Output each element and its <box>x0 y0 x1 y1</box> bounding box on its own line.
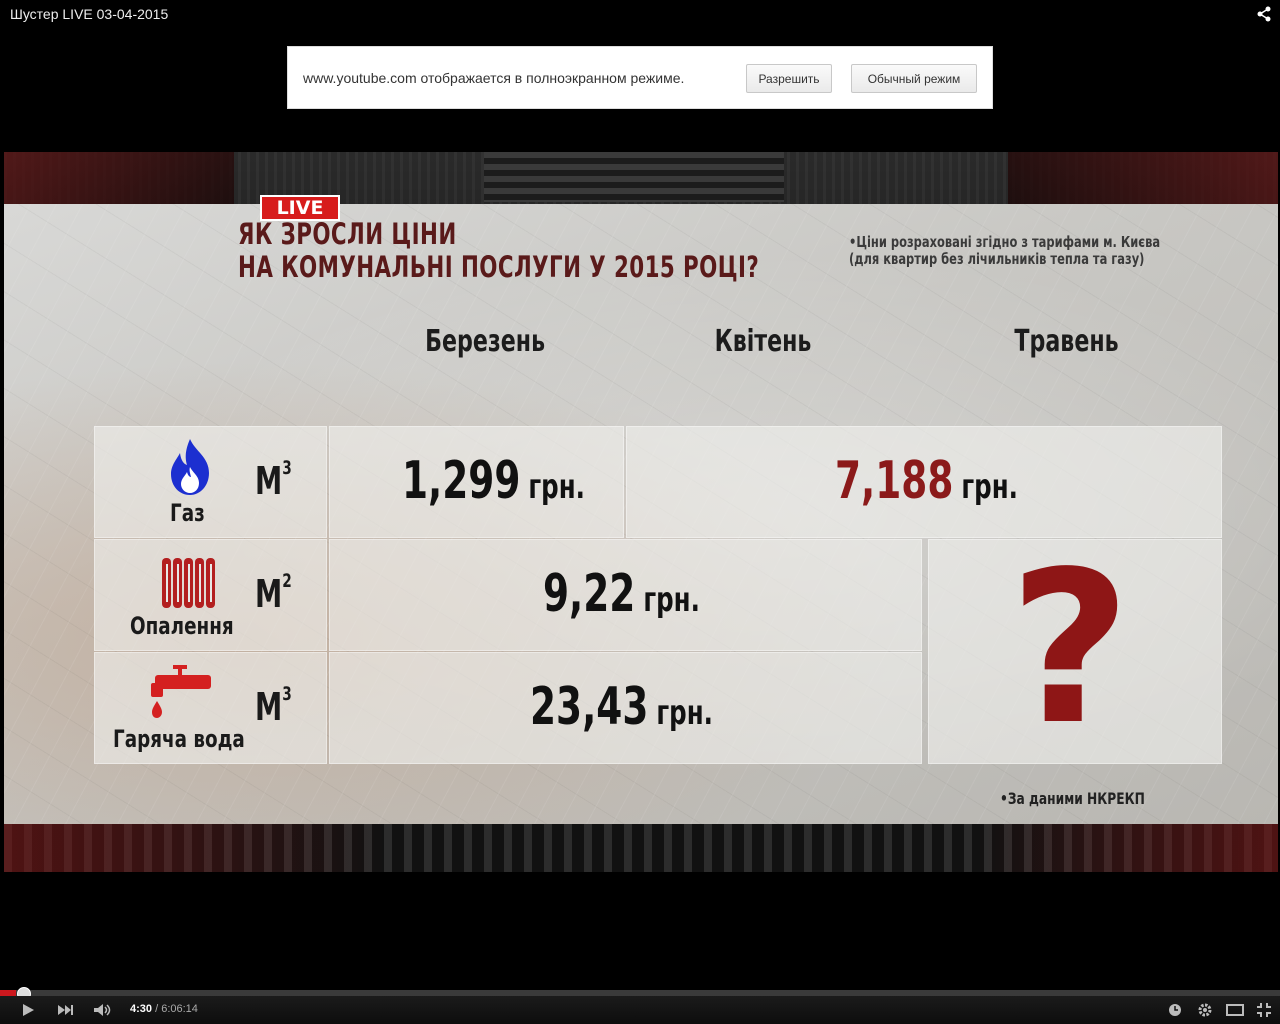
hot-water-value-cell: 23,43 грн. <box>329 652 922 764</box>
heating-currency: грн. <box>643 580 700 620</box>
row-gas-name: Газ <box>170 499 205 527</box>
gas-april-value: 7,188 грн. <box>835 451 1018 511</box>
row-heating-unit: М2 <box>255 570 292 616</box>
normal-mode-button[interactable]: Обычный режим <box>851 64 977 93</box>
video-frame[interactable]: LIVE ЯК ЗРОСЛИ ЦІНИ НА КОМУНАЛЬНІ ПОСЛУГ… <box>4 152 1278 872</box>
studio-background-center <box>484 152 784 202</box>
tap-icon <box>151 665 211 718</box>
radiator-icon <box>162 558 215 608</box>
row-heating-unit-base: М <box>255 572 283 616</box>
month-april: Квітень <box>714 324 812 359</box>
play-icon[interactable] <box>20 1002 36 1018</box>
gas-march-number: 1,299 <box>402 451 521 511</box>
allow-button[interactable]: Разрешить <box>746 64 832 93</box>
studio-background-right <box>1008 152 1278 212</box>
heating-value: 9,22 грн. <box>543 564 700 624</box>
row-heating-name: Опалення <box>130 612 234 640</box>
heating-value-cell: 9,22 грн. <box>329 539 922 651</box>
player-controls: 4:30 / 6:06:14 <box>0 996 1280 1024</box>
next-icon[interactable] <box>56 1002 74 1018</box>
row-hot-water-unit: М3 <box>255 683 292 729</box>
row-gas-unit: М3 <box>255 457 292 503</box>
month-march: Березень <box>425 324 546 359</box>
may-question-mark: ? <box>1009 526 1131 771</box>
gas-april-currency: грн. <box>961 467 1018 507</box>
row-hot-water-name: Гаряча вода <box>113 725 245 753</box>
video-title: Шустер LIVE 03-04-2015 <box>10 6 169 22</box>
settings-gear-icon[interactable] <box>1197 1002 1213 1018</box>
fullscreen-notice: www.youtube.com отображается в полноэкра… <box>287 46 993 109</box>
fullscreen-notice-text: www.youtube.com отображается в полноэкра… <box>303 70 685 86</box>
theater-mode-icon[interactable] <box>1226 1002 1244 1018</box>
watch-later-icon[interactable] <box>1168 1002 1182 1018</box>
time-separator: / <box>152 1003 162 1015</box>
tariff-note-line-2: (для квартир без лічильників тепла та га… <box>849 250 1145 268</box>
row-hot-water-label-cell: Гаряча вода М3 <box>94 652 327 764</box>
row-heating-unit-power: 2 <box>282 570 292 592</box>
row-hot-water-unit-power: 3 <box>282 683 292 705</box>
row-gas-unit-power: 3 <box>282 457 292 479</box>
tariff-note: •Ціни розраховані згідно з тарифами м. К… <box>849 234 1160 268</box>
total-time: 6:06:14 <box>161 1003 198 1015</box>
tariff-note-line-1: •Ціни розраховані згідно з тарифами м. К… <box>849 233 1161 251</box>
share-icon[interactable] <box>1256 6 1272 22</box>
row-heating-label-cell: Опалення М2 <box>94 539 327 651</box>
time-display: 4:30 / 6:06:14 <box>130 1003 198 1015</box>
hot-water-currency: грн. <box>656 693 713 733</box>
infographic-panel: LIVE ЯК ЗРОСЛИ ЦІНИ НА КОМУНАЛЬНІ ПОСЛУГ… <box>4 195 1278 824</box>
headline: ЯК ЗРОСЛИ ЦІНИ НА КОМУНАЛЬНІ ПОСЛУГИ У 2… <box>238 218 759 284</box>
hot-water-number: 23,43 <box>530 677 649 737</box>
gas-march-currency: грн. <box>528 467 585 507</box>
flame-icon <box>171 439 209 495</box>
row-hot-water-unit-base: М <box>255 685 283 729</box>
heating-number: 9,22 <box>543 564 636 624</box>
headline-line-1: ЯК ЗРОСЛИ ЦІНИ <box>238 217 457 251</box>
gas-april-number: 7,188 <box>835 451 954 511</box>
gas-april-cell: 7,188 грн. <box>626 426 1222 538</box>
gas-march-value: 1,299 грн. <box>402 451 585 511</box>
studio-background-left <box>4 152 234 212</box>
volume-icon[interactable] <box>92 1002 112 1018</box>
headline-line-2: НА КОМУНАЛЬНІ ПОСЛУГИ У 2015 РОЦІ? <box>238 250 760 284</box>
studio-background-bottom <box>4 822 1278 872</box>
exit-fullscreen-icon[interactable] <box>1256 1002 1272 1018</box>
source-note: •За даними НКРЕКП <box>1000 789 1145 808</box>
current-time: 4:30 <box>130 1003 153 1015</box>
hot-water-value: 23,43 грн. <box>530 677 713 737</box>
row-gas-unit-base: М <box>255 459 283 503</box>
row-gas-label-cell: Газ М3 <box>94 426 327 538</box>
gas-march-cell: 1,299 грн. <box>329 426 624 538</box>
month-may: Травень <box>1014 324 1119 359</box>
